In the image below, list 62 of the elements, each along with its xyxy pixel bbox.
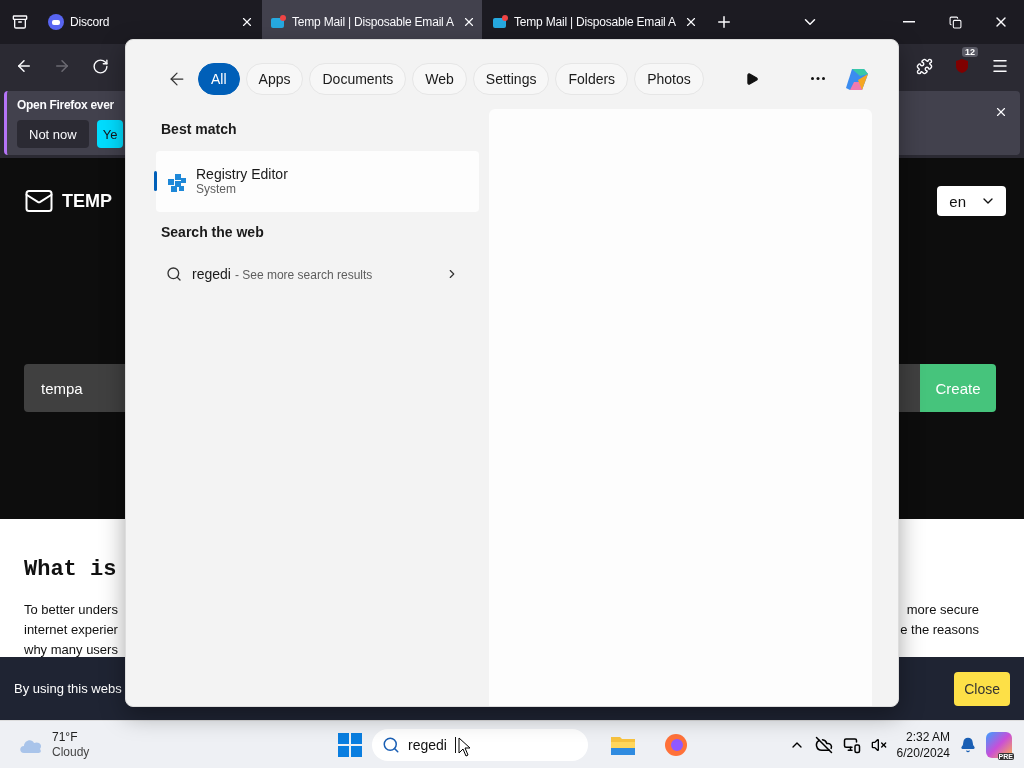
more-icon xyxy=(811,77,825,80)
section-heading: Best match xyxy=(161,121,238,137)
search-icon xyxy=(166,266,182,282)
windows-icon[interactable] xyxy=(338,732,362,757)
mute-icon[interactable] xyxy=(870,736,887,753)
mouse-pointer xyxy=(458,737,472,757)
close-icon[interactable] xyxy=(994,105,1008,119)
taskbar-search-field[interactable]: regedi xyxy=(372,728,588,761)
filter-tab[interactable]: All xyxy=(198,62,240,95)
cloud-off-icon[interactable] xyxy=(814,735,833,754)
close-icon[interactable] xyxy=(462,15,476,29)
notification-message: Open Firefox ever xyxy=(17,98,114,112)
result-type: System xyxy=(196,181,236,197)
tab-title: Temp Mail | Disposable Email A xyxy=(514,15,677,29)
forward-arrow-icon xyxy=(53,57,71,75)
menu-icon xyxy=(991,57,1009,75)
cookie-message: By using this webs xyxy=(14,681,122,696)
reload-icon xyxy=(91,57,109,75)
web-search-item[interactable]: regedi - See more search results xyxy=(156,254,479,294)
bell-icon[interactable] xyxy=(960,736,976,753)
minimize-icon xyxy=(903,21,915,23)
monitor-icon[interactable] xyxy=(842,735,861,754)
search-icon xyxy=(382,735,400,754)
plus-icon xyxy=(715,13,733,31)
puzzle-icon xyxy=(915,57,933,75)
paragraph-line: To better unders xyxy=(24,601,118,619)
close-button[interactable]: Close xyxy=(954,671,1010,706)
section-heading: Search the web xyxy=(161,224,265,240)
filter-tab[interactable]: Web xyxy=(412,62,467,95)
shield-icon xyxy=(954,58,970,74)
archive-icon xyxy=(12,14,28,30)
notification-button[interactable]: Not now xyxy=(17,120,89,148)
play-icon xyxy=(745,71,759,86)
temperature: 71°F xyxy=(52,729,79,745)
restore-icon xyxy=(948,15,962,29)
paragraph-line: more secure xyxy=(906,601,979,619)
browser-tab[interactable]: Temp Mail | Disposable Email A xyxy=(484,0,704,44)
filter-tab[interactable]: Folders xyxy=(555,62,629,95)
filter-tab[interactable]: Documents xyxy=(309,62,407,95)
result-item[interactable]: Registry Editor System xyxy=(156,151,479,212)
filter-tab[interactable]: Photos xyxy=(634,62,704,95)
notification-badge: 12 xyxy=(962,47,978,57)
result-name: Registry Editor xyxy=(196,166,288,182)
filter-tab[interactable]: Settings xyxy=(472,62,550,95)
paragraph-line: why many users xyxy=(24,641,118,659)
mail-icon xyxy=(270,14,286,30)
extension-button[interactable]: 12 xyxy=(944,50,980,82)
mail-icon xyxy=(492,14,508,30)
browser-tab[interactable]: Discord xyxy=(40,0,260,44)
notification-button[interactable]: Ye xyxy=(96,120,124,148)
filter-tab[interactable]: Apps xyxy=(245,62,304,95)
paragraph-line: e the reasons xyxy=(900,621,979,639)
section-heading: What is xyxy=(24,557,118,582)
tab-title: Temp Mail | Disposable Email A xyxy=(292,15,455,29)
tab-title: Discord xyxy=(70,15,111,29)
weather-condition: Cloudy xyxy=(52,744,90,760)
close-icon[interactable] xyxy=(240,15,254,29)
site-logo: TEMP xyxy=(62,190,112,212)
close-icon[interactable] xyxy=(684,15,698,29)
language-select[interactable]: en xyxy=(937,186,1006,216)
paragraph-line: internet experier xyxy=(24,621,118,639)
clock[interactable]: 2:32 AM 6/20/2024 xyxy=(896,728,950,761)
